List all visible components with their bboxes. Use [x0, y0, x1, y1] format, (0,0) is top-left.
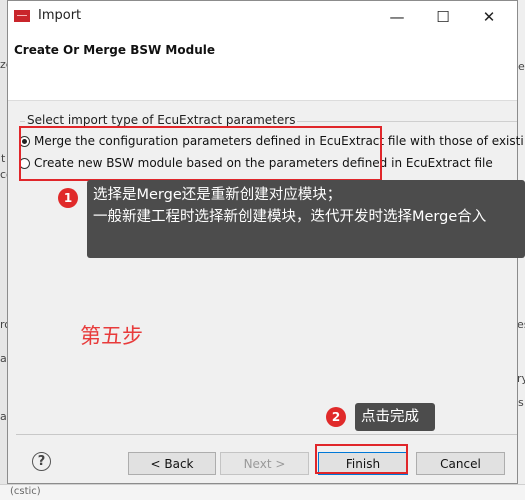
tooltip-1-line-1: 选择是Merge还是重新创建对应模块； — [93, 187, 342, 203]
minimize-button[interactable]: — — [374, 1, 420, 32]
window-title: Import — [38, 8, 82, 23]
close-button[interactable]: ✕ — [466, 1, 512, 32]
background-status-strip: (cstic) — [0, 484, 525, 500]
back-button[interactable]: < Back — [128, 452, 216, 475]
background-text: t — [1, 152, 6, 165]
background-text: s — [518, 396, 524, 409]
app-logo-icon — [14, 10, 30, 22]
tooltip-1-line-2: 一般新建工程时选择新创建模块，迭代开发时选择Merge合入 — [93, 209, 487, 225]
page-title: Create Or Merge BSW Module — [14, 43, 215, 57]
highlight-frame-finish — [315, 444, 408, 474]
maximize-button[interactable]: ☐ — [420, 1, 466, 32]
annotation-tooltip-2: 点击完成 — [355, 403, 435, 431]
cancel-button[interactable]: Cancel — [416, 452, 505, 475]
background-text: es — [517, 318, 525, 331]
wizard-header: Create Or Merge BSW Module — [8, 32, 517, 101]
next-button[interactable]: Next > — [220, 452, 309, 475]
highlight-frame-options — [19, 126, 382, 181]
import-type-label: Select import type of EcuExtract paramet… — [25, 113, 298, 127]
footer-divider — [16, 434, 517, 435]
annotation-tooltip-1: 选择是Merge还是重新创建对应模块； 一般新建工程时选择新创建模块，迭代开发时… — [87, 180, 525, 258]
title-bar: Import — ☐ ✕ — [8, 1, 517, 32]
step-marker-2: 2 — [326, 407, 346, 427]
step-caption: 第五步 — [80, 324, 143, 348]
step-marker-1: 1 — [58, 188, 78, 208]
background-text: ry — [517, 372, 525, 385]
help-icon[interactable]: ? — [32, 452, 51, 471]
background-text: e — [518, 60, 525, 73]
background-text: (cstic) — [10, 486, 41, 497]
